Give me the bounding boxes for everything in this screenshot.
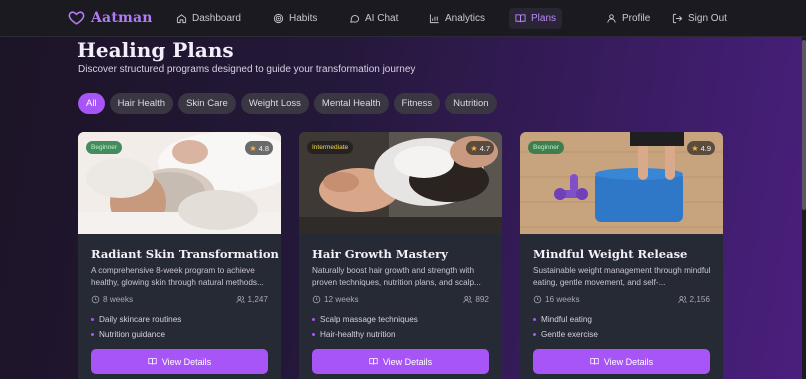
- view-details-button[interactable]: View Details: [533, 349, 710, 374]
- sign-out-icon: [672, 13, 683, 24]
- rating-badge: ★ 4.7: [466, 141, 494, 155]
- level-badge: Beginner: [86, 141, 123, 154]
- filter-bar: All Hair Health Skin Care Weight Loss Me…: [78, 93, 497, 114]
- brand-name: Aatman: [91, 9, 153, 26]
- view-details-label: View Details: [603, 356, 654, 367]
- nav-plans-label: Plans: [531, 13, 557, 24]
- star-icon: ★: [249, 143, 257, 153]
- view-details-button[interactable]: View Details: [91, 349, 268, 374]
- users-count: 1,247: [247, 295, 269, 304]
- brand-logo[interactable]: Aatman: [68, 9, 153, 26]
- plan-card-hair[interactable]: Intermediate ★ 4.7 Hair Growth Mastery N…: [299, 132, 502, 379]
- filter-nutrition[interactable]: Nutrition: [445, 93, 497, 114]
- view-details-label: View Details: [382, 356, 433, 367]
- star-icon: ★: [691, 143, 699, 153]
- page-title: Healing Plans: [77, 38, 234, 62]
- nav-sign-out-label: Sign Out: [688, 13, 727, 24]
- users-icon: [235, 296, 245, 303]
- rating-value: 4.8: [258, 143, 269, 153]
- clock-icon: [533, 295, 542, 304]
- feature-item: Scalp massage techniques: [312, 315, 418, 324]
- plan-duration: 12 weeks: [312, 295, 359, 304]
- duration-text: 12 weeks: [324, 295, 359, 304]
- page-subtitle: Discover structured programs designed to…: [78, 64, 416, 75]
- clock-icon: [312, 295, 321, 304]
- nav-habits-label: Habits: [289, 13, 318, 24]
- nav-sign-out[interactable]: Sign Out: [666, 8, 733, 29]
- plan-users: 2,156: [677, 295, 711, 304]
- view-details-button[interactable]: View Details: [312, 349, 489, 374]
- filter-skin-care[interactable]: Skin Care: [178, 93, 236, 114]
- users-count: 892: [475, 295, 489, 304]
- nav-plans[interactable]: Plans: [509, 8, 563, 29]
- scrollbar-thumb[interactable]: [802, 40, 806, 210]
- plan-title: Radiant Skin Transformation: [91, 247, 279, 261]
- filter-weight-loss[interactable]: Weight Loss: [240, 93, 309, 114]
- users-count: 2,156: [689, 295, 711, 304]
- book-icon: [148, 358, 157, 365]
- plan-users: 1,247: [235, 295, 269, 304]
- plan-description: Naturally boost hair growth and strength…: [312, 266, 481, 287]
- view-details-label: View Details: [161, 356, 212, 367]
- duration-text: 8 weeks: [103, 295, 134, 304]
- plan-card-weight[interactable]: Beginner ★ 4.9 Mindful Weight Release Su…: [520, 132, 723, 379]
- heart-icon: [68, 11, 85, 25]
- home-icon: [176, 14, 187, 24]
- filter-mental-health[interactable]: Mental Health: [313, 93, 389, 114]
- book-icon: [515, 14, 526, 23]
- feature-item: Mindful eating: [533, 315, 592, 324]
- filter-hair-health[interactable]: Hair Health: [109, 93, 174, 114]
- chat-icon: [350, 15, 360, 23]
- plan-title: Hair Growth Mastery: [312, 247, 448, 261]
- duration-text: 16 weeks: [545, 295, 580, 304]
- plan-card-skin[interactable]: Beginner ★ 4.8 Radiant Skin Transformati…: [78, 132, 281, 379]
- nav-ai-chat-label: AI Chat: [365, 13, 399, 24]
- user-icon: [607, 14, 616, 23]
- nav-dashboard[interactable]: Dashboard: [170, 8, 247, 29]
- plan-image-weight: Beginner ★ 4.9: [520, 132, 723, 234]
- plan-image-hair: Intermediate ★ 4.7: [299, 132, 502, 234]
- nav-ai-chat[interactable]: AI Chat: [343, 8, 404, 29]
- plan-title: Mindful Weight Release: [533, 247, 688, 261]
- plan-duration: 16 weeks: [533, 295, 580, 304]
- clock-icon: [91, 295, 100, 304]
- bar-chart-icon: [429, 14, 439, 24]
- feature-item: Nutrition guidance: [91, 330, 165, 339]
- rating-badge: ★ 4.9: [687, 141, 715, 155]
- top-nav: Aatman Dashboard Habits AI Chat Analytic…: [0, 0, 806, 37]
- level-badge: Intermediate: [307, 141, 354, 154]
- feature-item: Gentle exercise: [533, 330, 598, 339]
- nav-analytics[interactable]: Analytics: [423, 8, 491, 29]
- rating-badge: ★ 4.8: [245, 141, 273, 155]
- plan-users: 892: [463, 295, 489, 304]
- filter-fitness[interactable]: Fitness: [393, 93, 441, 114]
- book-icon: [590, 358, 599, 365]
- book-icon: [369, 358, 378, 365]
- nav-dashboard-label: Dashboard: [192, 13, 241, 24]
- nav-profile-label: Profile: [622, 13, 651, 24]
- rating-value: 4.7: [479, 143, 490, 153]
- users-icon: [677, 296, 687, 303]
- target-icon: [273, 13, 284, 24]
- filter-all[interactable]: All: [78, 93, 105, 114]
- users-icon: [463, 296, 472, 303]
- rating-value: 4.9: [700, 143, 711, 153]
- feature-item: Daily skincare routines: [91, 315, 181, 324]
- plan-description: Sustainable weight management through mi…: [533, 266, 711, 287]
- plan-duration: 8 weeks: [91, 295, 133, 304]
- star-icon: ★: [470, 143, 478, 153]
- plan-image-skin: Beginner ★ 4.8: [78, 132, 281, 234]
- nav-analytics-label: Analytics: [445, 13, 486, 24]
- nav-profile[interactable]: Profile: [600, 8, 656, 29]
- feature-item: Hair-healthy nutrition: [312, 330, 396, 339]
- plan-description: A comprehensive 8-week program to achiev…: [91, 266, 264, 287]
- level-badge: Beginner: [528, 141, 565, 154]
- nav-habits[interactable]: Habits: [267, 8, 323, 29]
